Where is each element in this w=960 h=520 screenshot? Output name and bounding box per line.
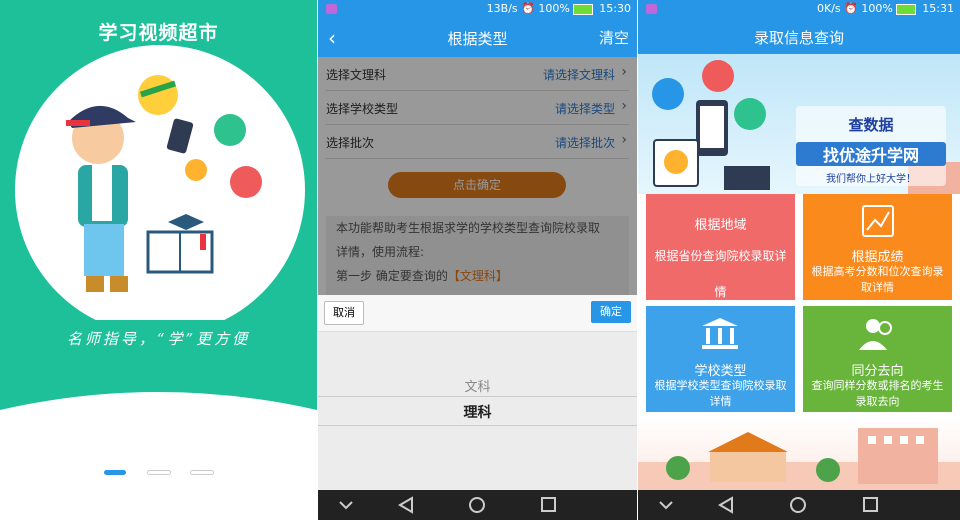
picker-toolbar: 取消 确定 [318, 295, 637, 332]
tile-title: 同分去向 [851, 364, 904, 379]
filter-screen: 13B/s ⏰ 100% 15:30 ‹ 根据类型 清空 选择文理科 请选择文理… [318, 0, 637, 520]
page-title: 录取信息查询 [753, 29, 844, 47]
tile-by-school-type[interactable]: 学校类型 根据学校类型查询院校录取详情 [646, 306, 795, 412]
picker-ok-button[interactable]: 确定 [591, 301, 631, 323]
campus-buildings [638, 428, 960, 490]
splash-screen: 学习视频超市 名师指导，“学”更方便 [0, 0, 317, 520]
page-indicator[interactable] [190, 470, 214, 475]
campus-illustration [638, 418, 960, 490]
banner-headline: 查数据 [848, 116, 894, 134]
tile-title: 根据成绩 [851, 250, 904, 265]
page-indicator-active[interactable] [104, 470, 126, 475]
tile-desc: 根据学校类型查询院校录取详情 [654, 379, 787, 408]
back-nav-icon[interactable] [398, 496, 413, 514]
picker-cancel-button[interactable]: 取消 [324, 301, 364, 325]
top-bar: 0K/s ⏰ 100% 15:31 录取信息查询 [638, 0, 960, 54]
nav-icons [659, 496, 878, 514]
tile-title: 学校类型 [694, 364, 747, 379]
tile-desc: 根据高考分数和位次查询录取详情 [811, 265, 944, 294]
status-time: 15:31 [922, 2, 954, 15]
picker-divider [318, 396, 637, 397]
option-picker: 取消 确定 文科 理科 [318, 295, 637, 490]
network-speed: 13B/s [486, 2, 518, 15]
notification-icon [646, 4, 657, 14]
alarm-icon: ⏰ [844, 2, 858, 15]
tile-desc: 查询同样分数或排名的考生录取去向 [811, 379, 944, 408]
back-nav-icon[interactable] [718, 496, 733, 514]
admission-query-screen: 0K/s ⏰ 100% 15:31 录取信息查询 查数据 找优途升学网 我们帮你… [638, 0, 960, 520]
battery-icon [572, 3, 593, 15]
banner-tagline: 我们帮你上好大学！ [826, 174, 916, 185]
battery-icon [895, 3, 916, 15]
system-nav-bar [638, 490, 960, 520]
tile-by-score[interactable]: 根据成绩 根据高考分数和位次查询录取详情 [803, 194, 952, 300]
home-icon[interactable] [790, 497, 806, 513]
notification-icon [326, 4, 337, 14]
tile-by-region[interactable]: 根据地域 根据省份查询院校录取详情 [646, 194, 795, 300]
picker-option-selected[interactable]: 理科 [318, 402, 637, 422]
system-nav-bar [318, 490, 637, 520]
banner-card: 查数据 找优途升学网 我们帮你上好大学！ [796, 106, 946, 186]
top-bar: 13B/s ⏰ 100% 15:30 ‹ 根据类型 清空 [318, 0, 637, 57]
splash-slogan: 名师指导，“学”更方便 [66, 330, 251, 348]
picker-divider [318, 425, 637, 426]
banner-brand: 找优途升学网 [796, 142, 946, 166]
users-icon [859, 319, 892, 350]
modal-overlay[interactable] [318, 57, 637, 295]
network-speed: 0K/s [816, 2, 841, 15]
collapse-icon[interactable] [659, 501, 673, 510]
status-bar: 13B/s ⏰ 100% 15:30 [318, 0, 637, 19]
page-indicator[interactable] [147, 470, 171, 475]
splash-illustration [15, 45, 305, 320]
tile-same-score[interactable]: 同分去向 查询同样分数或排名的考生录取去向 [803, 306, 952, 412]
recents-icon[interactable] [541, 497, 556, 512]
picker-option[interactable]: 文科 [318, 376, 637, 395]
battery-percent: 100% [861, 2, 893, 15]
tile-title: 根据地域 [694, 218, 747, 233]
battery-percent: 100% [538, 2, 570, 15]
promo-banner[interactable]: 查数据 找优途升学网 我们帮你上好大学！ [638, 54, 960, 194]
status-time: 15:30 [599, 2, 631, 15]
tile-desc: 根据省份查询院校录取详情 [654, 249, 787, 299]
recents-icon[interactable] [863, 497, 878, 512]
school-icon [702, 318, 738, 349]
clear-button[interactable]: 清空 [599, 27, 629, 48]
alarm-icon: ⏰ [521, 2, 535, 15]
splash-wave [0, 392, 317, 520]
collapse-icon[interactable] [339, 501, 353, 510]
home-icon[interactable] [469, 497, 485, 513]
page-title: 根据类型 [447, 30, 508, 48]
nav-icons [339, 496, 556, 514]
status-bar: 0K/s ⏰ 100% 15:31 [638, 0, 960, 19]
chart-icon [862, 205, 894, 237]
